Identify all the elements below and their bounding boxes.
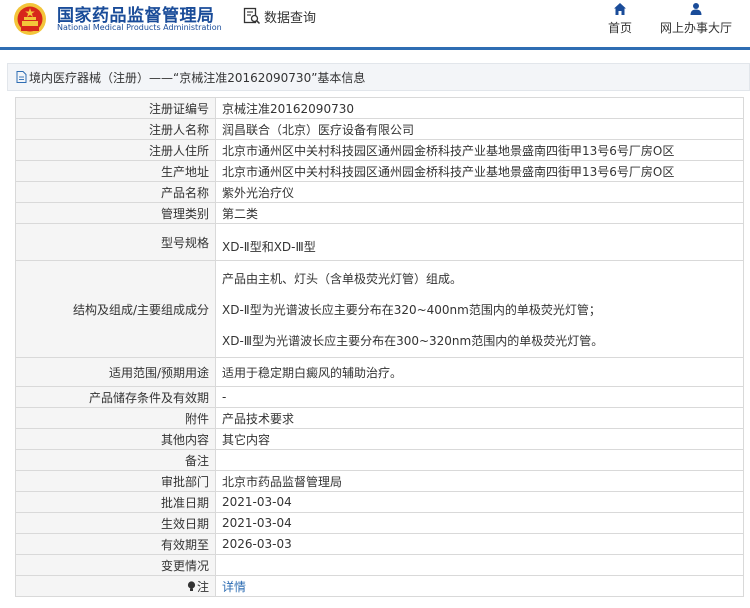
breadcrumb: 境内医疗器械（注册）——“京械注准20162090730”基本信息 <box>7 63 750 91</box>
data-query-label: 数据查询 <box>264 10 317 26</box>
field-value <box>215 449 744 471</box>
field-label: 变更情况 <box>15 554 216 576</box>
search-document-icon <box>243 7 261 25</box>
field-value-line: 其它内容 <box>222 432 271 447</box>
registration-info-table: 注册证编号 京械注准20162090730 注册人名称 润昌联合（北京）医疗设备有限公… <box>15 97 744 597</box>
table-row: 备注 <box>15 449 744 471</box>
field-label: 附件 <box>15 407 216 429</box>
field-value: 京械注准20162090730 <box>215 97 744 119</box>
field-value: 紫外光治疗仪 <box>215 181 744 203</box>
note-value-cell: 详情 <box>215 575 744 597</box>
nav-online-service-hall[interactable]: 网上办事大厅 <box>655 2 737 36</box>
field-value: 第二类 <box>215 202 744 224</box>
header-divider <box>0 47 750 50</box>
table-row: 注册人名称 润昌联合（北京）医疗设备有限公司 <box>15 118 744 140</box>
field-value: - <box>215 386 744 408</box>
table-row: 其他内容 其它内容 <box>15 428 744 450</box>
field-label: 审批部门 <box>15 470 216 492</box>
field-label: 注册人名称 <box>15 118 216 140</box>
field-label: 有效期至 <box>15 533 216 555</box>
document-icon <box>16 71 27 83</box>
nav-online-service-hall-label: 网上办事大厅 <box>659 21 732 35</box>
field-label: 批准日期 <box>15 491 216 513</box>
table-row: 适用范围/预期用途 适用于稳定期白癜风的辅助治疗。 <box>15 357 744 387</box>
field-value-line: 润昌联合（北京）医疗设备有限公司 <box>222 122 415 137</box>
field-value-line: 北京市药品监督管理局 <box>222 474 343 489</box>
field-label: 产品储存条件及有效期 <box>15 386 216 408</box>
field-value-line: 2021-03-04 <box>222 495 292 509</box>
field-label: 生效日期 <box>15 512 216 534</box>
field-value: 2026-03-03 <box>215 533 744 555</box>
breadcrumb-text: 境内医疗器械（注册）——“京械注准20162090730”基本信息 <box>29 70 366 85</box>
home-icon <box>614 3 626 15</box>
field-value-line: 第二类 <box>222 206 259 221</box>
table-row: 有效期至 2026-03-03 <box>15 533 744 555</box>
nav-home-label: 首页 <box>607 21 632 35</box>
field-value: 其它内容 <box>215 428 744 450</box>
table-row: 生效日期 2021-03-04 <box>15 512 744 534</box>
field-value <box>215 554 744 576</box>
table-row: 生产地址 北京市通州区中关村科技园区通州园金桥科技产业基地景盛南四街甲13号6号厂… <box>15 160 744 182</box>
emblem-icon <box>14 3 46 35</box>
field-value: 产品技术要求 <box>215 407 744 429</box>
field-value-line: 北京市通州区中关村科技园区通州园金桥科技产业基地景盛南四街甲13号6号厂房O区 <box>222 143 675 158</box>
table-row: 注册人住所 北京市通州区中关村科技园区通州园金桥科技产业基地景盛南四街甲13号6号… <box>15 139 744 161</box>
site-subtitle: National Medical Products Administration <box>57 23 222 32</box>
field-label: 注册证编号 <box>15 97 216 119</box>
info-bulb-icon <box>187 580 196 591</box>
field-value-line: 适用于稳定期白癜风的辅助治疗。 <box>222 365 403 380</box>
field-label: 管理类别 <box>15 202 216 224</box>
note-label-cell: 注 <box>15 575 216 597</box>
table-row: 结构及组成/主要组成成分 产品由主机、灯头（含单极荧光灯管）组成。 XD-Ⅱ型为光谱… <box>15 260 744 358</box>
table-row: 变更情况 <box>15 554 744 576</box>
table-row: 产品储存条件及有效期 - <box>15 386 744 408</box>
site-header: 国家药品监督管理局 National Medical Products Admi… <box>0 0 750 44</box>
field-value-line: 北京市通州区中关村科技园区通州园金桥科技产业基地景盛南四街甲13号6号厂房O区 <box>222 164 675 179</box>
field-value: 2021-03-04 <box>215 512 744 534</box>
table-row: 审批部门 北京市药品监督管理局 <box>15 470 744 492</box>
table-row: 管理类别 第二类 <box>15 202 744 224</box>
data-query-link[interactable]: 数据查询 <box>243 6 316 26</box>
field-value: XD-Ⅱ型和XD-Ⅲ型 <box>215 223 744 261</box>
field-label: 其他内容 <box>15 428 216 450</box>
table-row: 产品名称 紫外光治疗仪 <box>15 181 744 203</box>
field-value-line: XD-Ⅱ型和XD-Ⅲ型 <box>222 239 316 254</box>
field-label: 注册人住所 <box>15 139 216 161</box>
field-value-line: 产品技术要求 <box>222 411 295 426</box>
table-row: 型号规格 XD-Ⅱ型和XD-Ⅲ型 <box>15 223 744 261</box>
field-value: 润昌联合（北京）医疗设备有限公司 <box>215 118 744 140</box>
field-label: 适用范围/预期用途 <box>15 357 216 387</box>
field-value: 北京市通州区中关村科技园区通州园金桥科技产业基地景盛南四街甲13号6号厂房O区 <box>215 139 744 161</box>
field-value-line: 2026-03-03 <box>222 537 292 551</box>
field-label: 型号规格 <box>15 223 216 261</box>
field-value-line: XD-Ⅱ型为光谱波长应主要分布在320~400nm范围内的单极荧光灯管； <box>222 302 601 317</box>
field-label: 结构及组成/主要组成成分 <box>15 260 216 358</box>
table-row: 注册证编号 京械注准20162090730 <box>15 97 744 119</box>
field-value-line: 2021-03-04 <box>222 516 292 530</box>
field-value-line: XD-Ⅲ型为光谱波长应主要分布在300~320nm范围内的单极荧光灯管。 <box>222 333 604 348</box>
field-label: 备注 <box>15 449 216 471</box>
field-value: 北京市通州区中关村科技园区通州园金桥科技产业基地景盛南四街甲13号6号厂房O区 <box>215 160 744 182</box>
field-value-line: 产品由主机、灯头（含单极荧光灯管）组成。 <box>222 271 463 286</box>
field-value: 适用于稳定期白癜风的辅助治疗。 <box>215 357 744 387</box>
user-icon <box>690 3 702 15</box>
field-value: 产品由主机、灯头（含单极荧光灯管）组成。 XD-Ⅱ型为光谱波长应主要分布在320~… <box>215 260 744 358</box>
note-label: 注 <box>196 579 209 594</box>
field-value-line: 京械注准20162090730 <box>222 101 354 116</box>
field-label: 产品名称 <box>15 181 216 203</box>
field-label: 生产地址 <box>15 160 216 182</box>
field-value: 2021-03-04 <box>215 491 744 513</box>
note-row: 注详情 <box>15 575 744 597</box>
details-link[interactable]: 详情 <box>222 580 246 594</box>
field-value: 北京市药品监督管理局 <box>215 470 744 492</box>
table-row: 批准日期 2021-03-04 <box>15 491 744 513</box>
field-value-line: - <box>222 390 227 404</box>
field-value-line: 紫外光治疗仪 <box>222 185 295 200</box>
table-row: 附件 产品技术要求 <box>15 407 744 429</box>
nav-home[interactable]: 首页 <box>604 2 636 36</box>
